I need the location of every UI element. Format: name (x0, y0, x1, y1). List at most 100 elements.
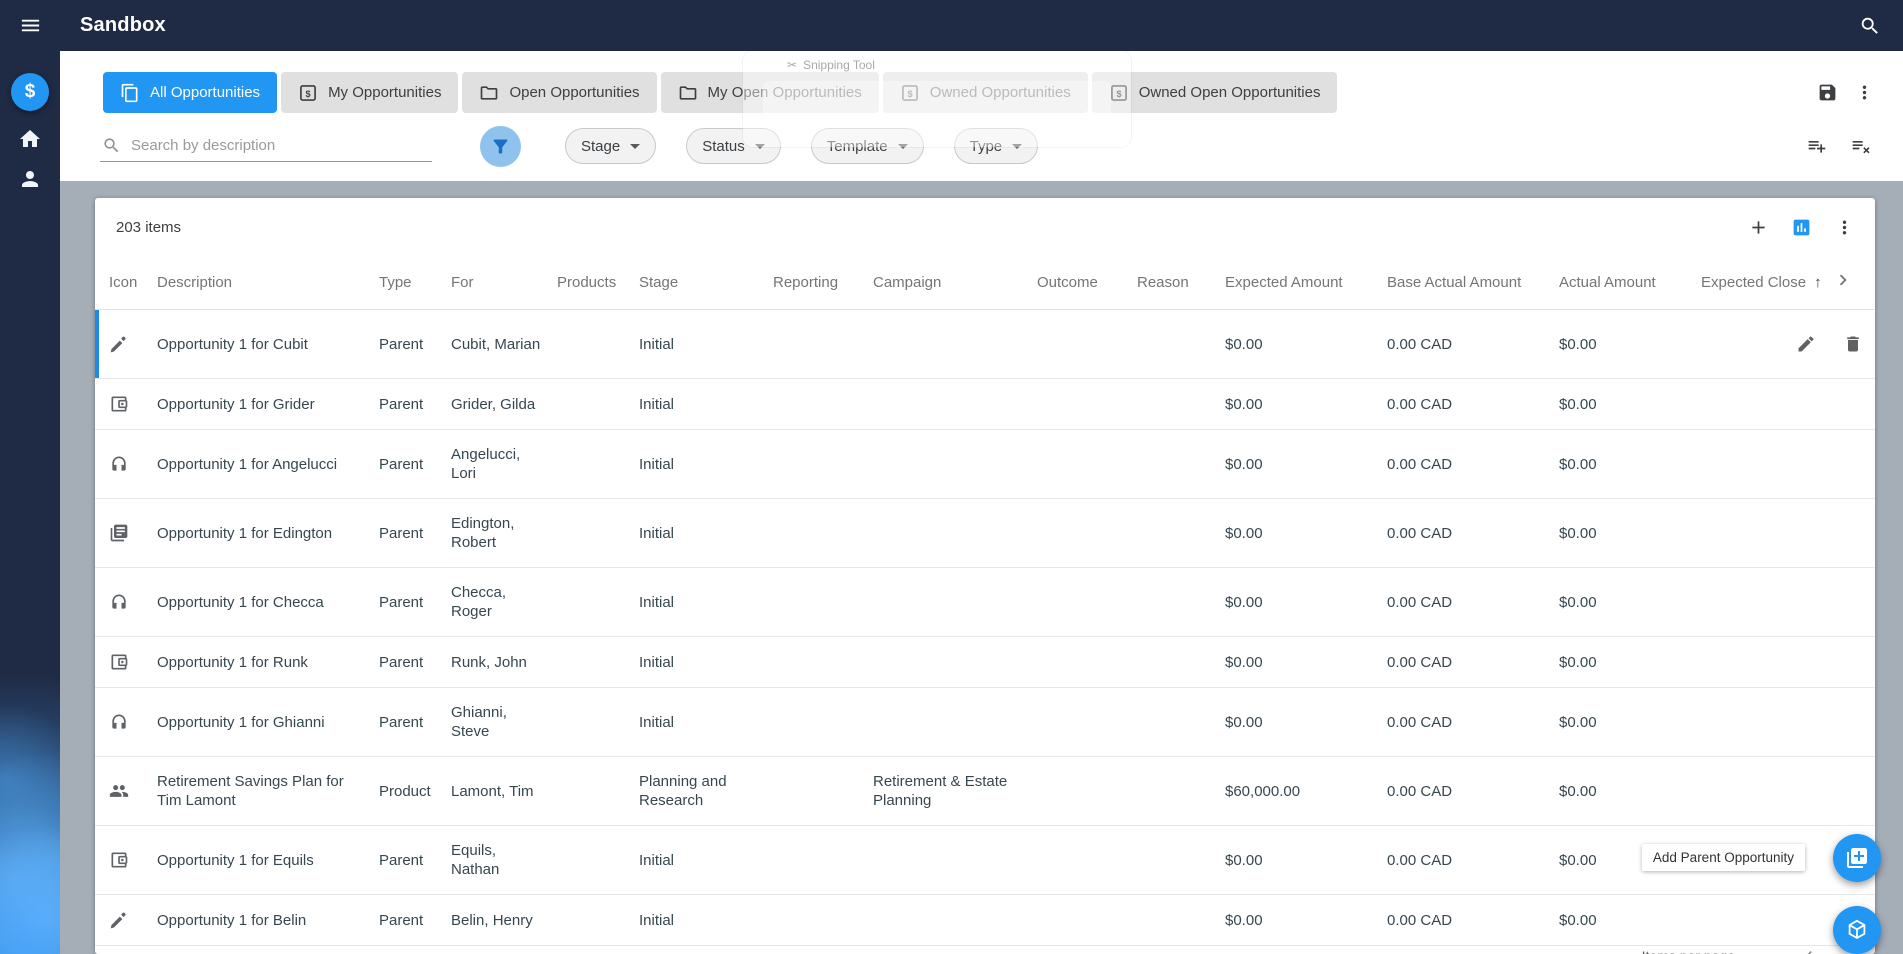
view-my-open-opportunities[interactable]: My Open Opportunities (660, 72, 879, 113)
table-row[interactable]: Opportunity 1 for Edington Parent Edingt… (95, 498, 1875, 568)
cell-stage: Initial (639, 429, 773, 499)
hamburger-menu-button[interactable] (0, 14, 60, 37)
cell-expected-amount: $0.00 (1225, 498, 1387, 568)
col-stage[interactable]: Stage (639, 256, 773, 310)
cell-for: Edington, Robert (451, 498, 557, 568)
col-campaign[interactable]: Campaign (873, 256, 1037, 310)
col-expected-close[interactable]: Expected Close ↑ (1701, 256, 1827, 310)
cell-products (557, 429, 639, 499)
template-filter-dropdown[interactable]: Template (810, 128, 924, 164)
type-filter-dropdown[interactable]: Type (953, 128, 1039, 164)
cell-base-actual-amount: 0.00 CAD (1387, 429, 1559, 499)
view-owned-open-opportunities[interactable]: $ Owned Open Opportunities (1091, 72, 1338, 113)
cell-base-actual-amount: 0.00 CAD (1387, 825, 1559, 895)
cell-type: Parent (379, 429, 451, 499)
cell-products (557, 567, 639, 637)
col-type[interactable]: Type (379, 256, 451, 310)
cell-stage: Initial (639, 378, 773, 430)
cell-for: Angelucci, Lori (451, 429, 557, 499)
cell-campaign (873, 894, 1037, 946)
sidebar-item-contacts[interactable] (18, 167, 42, 191)
col-description[interactable]: Description (157, 256, 379, 310)
cell-outcome (1037, 825, 1137, 895)
cell-expected-close (1701, 378, 1827, 430)
view-label: Open Opportunities (509, 84, 640, 101)
vertical-dots-icon (1834, 217, 1855, 238)
previous-page-button[interactable] (1799, 946, 1819, 954)
add-parent-opportunity-button[interactable] (1833, 834, 1881, 882)
cell-type: Parent (379, 567, 451, 637)
table-row[interactable]: Opportunity 1 for Cubit Parent Cubit, Ma… (95, 309, 1875, 379)
delete-row-button[interactable] (1843, 334, 1863, 354)
cube-icon (1845, 918, 1869, 942)
col-reporting[interactable]: Reporting (773, 256, 873, 310)
cell-for: Ghianni, Steve (451, 687, 557, 757)
col-reason[interactable]: Reason (1137, 256, 1225, 310)
chevron-down-icon (630, 143, 641, 149)
filter-button[interactable] (480, 125, 521, 167)
chart-view-button[interactable] (1785, 211, 1818, 244)
results-overflow-menu-button[interactable] (1828, 211, 1861, 244)
view-label: Owned Opportunities (929, 84, 1071, 101)
cell-description: Opportunity 1 for Angelucci (157, 429, 379, 499)
cell-type: Parent (379, 636, 451, 688)
table-row[interactable]: Retirement Savings Plan for Tim Lamont P… (95, 756, 1875, 826)
col-expected-amount[interactable]: Expected Amount (1225, 256, 1387, 310)
view-open-opportunities[interactable]: Open Opportunities (462, 72, 657, 113)
clear-list-button[interactable] (1845, 130, 1877, 162)
cell-products (557, 687, 639, 757)
search-input[interactable] (131, 137, 430, 154)
col-outcome[interactable]: Outcome (1037, 256, 1137, 310)
view-all-opportunities[interactable]: All Opportunities (103, 72, 278, 113)
cell-reporting (773, 894, 873, 946)
global-search-button[interactable] (1859, 15, 1881, 37)
cell-expected-amount: $60,000.00 (1225, 756, 1387, 826)
table-row[interactable]: Opportunity 1 for Equils Parent Equils, … (95, 825, 1875, 895)
app-title: Sandbox (80, 14, 166, 36)
views-overflow-menu-button[interactable] (1848, 76, 1881, 109)
headset-icon (109, 592, 141, 612)
sidebar-item-opportunities[interactable]: $ (11, 73, 49, 111)
stage-filter-dropdown[interactable]: Stage (565, 128, 657, 164)
cell-type: Parent (379, 498, 451, 568)
cell-base-actual-amount: 0.00 CAD (1387, 756, 1559, 826)
opportunities-table: Icon Description Type For Products Stage… (95, 256, 1875, 946)
table-row[interactable]: Opportunity 1 for Angelucci Parent Angel… (95, 429, 1875, 499)
view-owned-opportunities[interactable]: $ Owned Opportunities (882, 72, 1088, 113)
col-products[interactable]: Products (557, 256, 639, 310)
add-to-list-button[interactable] (1801, 130, 1833, 162)
sidebar-item-home[interactable] (18, 127, 42, 151)
view-my-opportunities[interactable]: $ My Opportunities (281, 72, 459, 113)
add-product-opportunity-button[interactable] (1833, 906, 1881, 954)
cell-actual-amount: $0.00 (1559, 894, 1701, 946)
cell-expected-close (1701, 687, 1827, 757)
cell-campaign (873, 429, 1037, 499)
row-actions-cell (1827, 567, 1875, 637)
col-icon[interactable]: Icon (95, 256, 157, 310)
status-filter-dropdown[interactable]: Status (686, 128, 781, 164)
table-row[interactable]: Opportunity 1 for Ghianni Parent Ghianni… (95, 687, 1875, 757)
sort-ascending-icon: ↑ (1814, 274, 1822, 291)
cell-base-actual-amount: 0.00 CAD (1387, 309, 1559, 379)
table-row[interactable]: Opportunity 1 for Runk Parent Runk, John… (95, 636, 1875, 688)
cell-reason (1137, 378, 1225, 430)
add-column-button[interactable] (1742, 211, 1775, 244)
edit-row-button[interactable] (1796, 334, 1816, 354)
table-row[interactable]: Opportunity 1 for Grider Parent Grider, … (95, 378, 1875, 430)
chevron-down-icon (754, 143, 765, 149)
svg-text:$: $ (306, 88, 311, 98)
cell-actual-amount: $0.00 (1559, 687, 1701, 757)
table-row[interactable]: Opportunity 1 for Belin Parent Belin, He… (95, 894, 1875, 946)
cell-actual-amount: $0.00 (1559, 636, 1701, 688)
save-view-button[interactable] (1811, 76, 1844, 109)
col-base-actual-amount[interactable]: Base Actual Amount (1387, 256, 1559, 310)
table-row[interactable]: Opportunity 1 for Checca Parent Checca, … (95, 567, 1875, 637)
col-for[interactable]: For (451, 256, 557, 310)
wallet-icon (109, 394, 141, 414)
col-actual-amount[interactable]: Actual Amount (1559, 256, 1701, 310)
cell-stage: Initial (639, 636, 773, 688)
main-content: All Opportunities $ My Opportunities Ope… (60, 51, 1903, 954)
cell-expected-close (1701, 429, 1827, 499)
chevron-left-icon (1799, 946, 1819, 954)
scroll-columns-right[interactable] (1827, 256, 1875, 310)
